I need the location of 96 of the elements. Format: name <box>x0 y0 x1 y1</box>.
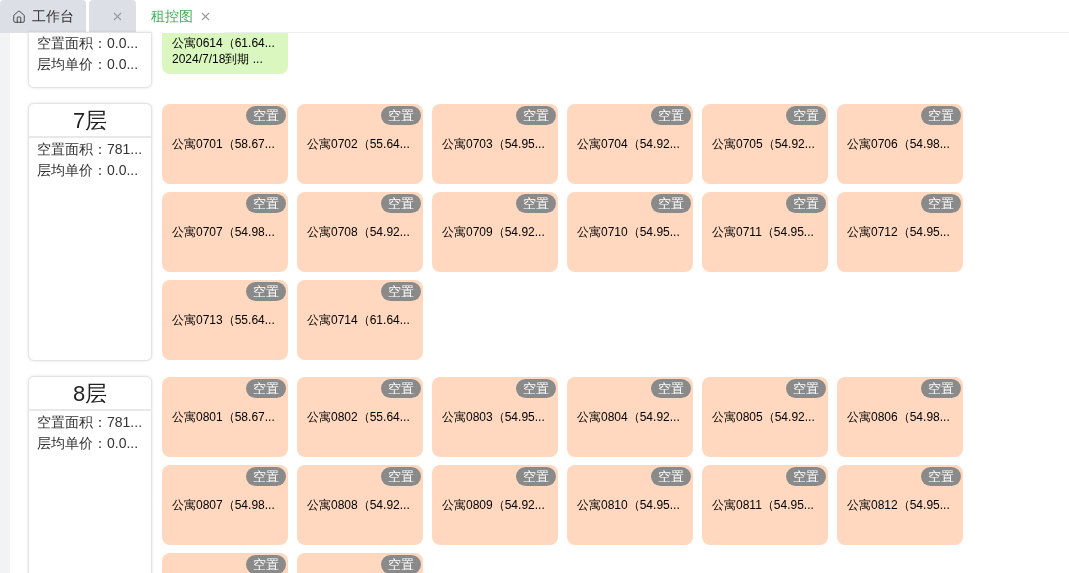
unit-card[interactable]: 空置 公寓0706（54.98... <box>837 104 963 184</box>
unit-name: 公寓0706（54.98... <box>847 136 951 153</box>
unit-name: 公寓0804（54.92... <box>577 409 681 426</box>
unit-card[interactable]: 公寓0614（61.64... 2024/7/18到期 ... <box>162 33 288 74</box>
status-badge: 空置 <box>381 379 421 398</box>
status-badge: 空置 <box>381 194 421 213</box>
unit-card[interactable]: 空置 公寓0805（54.92... <box>702 377 828 457</box>
home-icon <box>12 9 26 24</box>
status-badge: 空置 <box>651 379 691 398</box>
unit-card[interactable]: 空置 公寓0713（55.64... <box>162 280 288 360</box>
unit-name: 公寓0810（54.95... <box>577 497 681 514</box>
average-price: 层均单价：0.0... <box>37 161 140 180</box>
unit-card[interactable]: 空置 公寓0711（54.95... <box>702 192 828 272</box>
unit-card[interactable]: 空置 公寓0708（54.92... <box>297 192 423 272</box>
unit-name: 公寓0711（54.95... <box>712 224 815 241</box>
close-icon[interactable] <box>111 10 124 23</box>
vacant-area: 空置面积：0.0... <box>37 33 143 54</box>
status-badge: 空置 <box>516 106 556 125</box>
unit-card[interactable]: 空置 公寓0707（54.98... <box>162 192 288 272</box>
unit-name: 公寓0710（54.95... <box>577 224 681 241</box>
unit-name: 公寓0809（54.92... <box>442 497 546 514</box>
average-price: 层均单价：0.0... <box>37 434 140 453</box>
unit-name: 公寓0802（55.64... <box>307 409 411 426</box>
status-badge: 空置 <box>381 555 421 573</box>
vacant-area: 空置面积：781... <box>37 139 143 160</box>
unit-card[interactable]: 空置 公寓0811（54.95... <box>702 465 828 545</box>
unit-name: 公寓0705（54.92... <box>712 136 816 153</box>
unit-card[interactable]: 空置 公寓0807（54.98... <box>162 465 288 545</box>
unit-name: 公寓0712（54.95... <box>847 224 951 241</box>
tab[interactable] <box>89 0 136 33</box>
unit-name: 公寓0713（55.64... <box>172 312 276 329</box>
unit-card[interactable]: 空置 公寓0808（54.92... <box>297 465 423 545</box>
unit-card[interactable]: 空置 公寓0701（58.67... <box>162 104 288 184</box>
unit-name: 公寓0806（54.98... <box>847 409 951 426</box>
unit-card[interactable]: 空置 公寓0810（54.95... <box>567 465 693 545</box>
unit-card[interactable]: 空置 公寓0802（55.64... <box>297 377 423 457</box>
unit-name: 公寓0704（54.92... <box>577 136 681 153</box>
unit-card[interactable]: 空置 公寓0709（54.92... <box>432 192 558 272</box>
unit-name: 公寓0801（58.67... <box>172 409 276 426</box>
unit-name: 公寓0805（54.92... <box>712 409 816 426</box>
unit-name: 公寓0803（54.95... <box>442 409 546 426</box>
unit-card[interactable]: 空置 公寓0702（55.64... <box>297 104 423 184</box>
unit-card[interactable]: 空置 公寓0703（54.95... <box>432 104 558 184</box>
unit-name: 公寓0614（61.64... <box>172 35 276 51</box>
unit-card[interactable]: 空置 公寓0705（54.92... <box>702 104 828 184</box>
average-price: 层均单价：0.0... <box>37 55 140 74</box>
status-badge: 空置 <box>381 106 421 125</box>
status-badge: 空置 <box>516 194 556 213</box>
unit-name: 公寓0811（54.95... <box>712 497 815 514</box>
status-badge: 空置 <box>516 467 556 486</box>
status-badge: 空置 <box>516 379 556 398</box>
unit-name: 公寓0701（58.67... <box>172 136 276 153</box>
status-badge: 空置 <box>921 379 961 398</box>
unit-card[interactable]: 空置 公寓0812（54.95... <box>837 465 963 545</box>
unit-card[interactable]: 空置 公寓0809（54.92... <box>432 465 558 545</box>
unit-name: 公寓0702（55.64... <box>307 136 411 153</box>
unit-card[interactable]: 空置 公寓0801（58.67... <box>162 377 288 457</box>
status-badge: 空置 <box>786 379 826 398</box>
unit-card[interactable]: 空置 公寓0803（54.95... <box>432 377 558 457</box>
unit-card[interactable]: 空置 公寓0806（54.98... <box>837 377 963 457</box>
status-badge: 空置 <box>381 282 421 301</box>
status-badge: 空置 <box>786 106 826 125</box>
unit-name: 公寓0808（54.92... <box>307 497 411 514</box>
tab[interactable]: 工作台 <box>0 0 86 33</box>
status-badge: 空置 <box>246 467 286 486</box>
unit-name: 公寓0703（54.95... <box>442 136 546 153</box>
status-badge: 空置 <box>921 106 961 125</box>
unit-name: 公寓0707（54.98... <box>172 224 276 241</box>
close-icon[interactable] <box>199 10 212 23</box>
status-badge: 空置 <box>651 106 691 125</box>
unit-name: 公寓0708（54.92... <box>307 224 411 241</box>
unit-card[interactable]: 空置 公寓0712（54.95... <box>837 192 963 272</box>
status-badge: 空置 <box>651 194 691 213</box>
status-badge: 空置 <box>246 194 286 213</box>
unit-card[interactable]: 空置 公寓0710（54.95... <box>567 192 693 272</box>
floor-title: 7层 <box>29 104 151 138</box>
status-badge: 空置 <box>786 194 826 213</box>
unit-card[interactable]: 空置 公寓0704（54.92... <box>567 104 693 184</box>
status-badge: 空置 <box>921 467 961 486</box>
unit-card[interactable]: 空置 公寓0714（61.64... <box>297 280 423 360</box>
status-badge: 空置 <box>246 282 286 301</box>
status-badge: 空置 <box>246 106 286 125</box>
status-badge: 空置 <box>381 467 421 486</box>
lease-expiry: 2024/7/18到期 ... <box>172 51 264 67</box>
unit-name: 公寓0812（54.95... <box>847 497 951 514</box>
unit-name: 公寓0807（54.98... <box>172 497 276 514</box>
status-badge: 空置 <box>786 467 826 486</box>
vacant-area: 空置面积：781... <box>37 412 143 433</box>
status-badge: 空置 <box>651 467 691 486</box>
unit-card[interactable]: 空置 公寓0804（54.92... <box>567 377 693 457</box>
floor-title: 8层 <box>29 377 151 411</box>
status-badge: 空置 <box>246 555 286 573</box>
unit-name: 公寓0714（61.64... <box>307 312 411 329</box>
unit-name: 公寓0709（54.92... <box>442 224 546 241</box>
status-badge: 空置 <box>921 194 961 213</box>
status-badge: 空置 <box>246 379 286 398</box>
